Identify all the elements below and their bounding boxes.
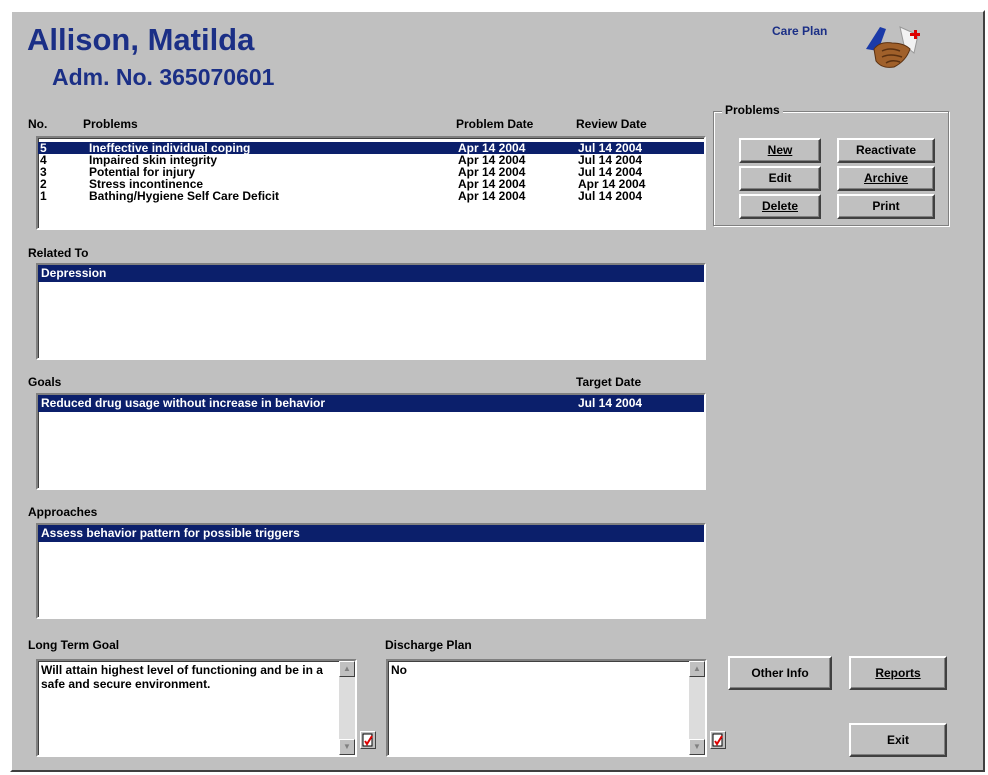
column-header-no: No.	[28, 117, 48, 131]
goals-label: Goals	[28, 375, 62, 389]
spellcheck-icon[interactable]	[360, 731, 376, 749]
discharge-plan-scrollbar[interactable]: ▲ ▼	[689, 661, 705, 755]
spellcheck-icon[interactable]	[710, 731, 726, 749]
target-date-label: Target Date	[576, 375, 642, 389]
related-to-label: Related To	[28, 246, 89, 260]
discharge-plan-field[interactable]: No	[386, 659, 707, 757]
reactivate-button[interactable]: Reactivate	[837, 138, 935, 163]
column-header-problem-date: Problem Date	[456, 117, 534, 131]
module-title: Care Plan	[772, 24, 828, 38]
list-item[interactable]: Depression	[38, 265, 704, 282]
print-button[interactable]: Print	[837, 194, 935, 219]
approaches-list[interactable]: Assess behavior pattern for possible tri…	[36, 523, 706, 619]
column-header-review-date: Review Date	[576, 117, 647, 131]
problems-group-title: Problems	[722, 103, 783, 117]
new-button[interactable]: New	[739, 138, 821, 163]
list-item[interactable]: Reduced drug usage without increase in b…	[38, 395, 704, 412]
problems-list[interactable]: 5 Ineffective individual coping Apr 14 2…	[36, 136, 706, 230]
long-term-goal-scrollbar[interactable]: ▲ ▼	[339, 661, 355, 755]
patient-name: Allison, Matilda	[27, 22, 255, 57]
list-item[interactable]: Assess behavior pattern for possible tri…	[38, 525, 704, 542]
delete-button[interactable]: Delete	[739, 194, 821, 219]
other-info-button[interactable]: Other Info	[728, 656, 832, 690]
archive-button[interactable]: Archive	[837, 166, 935, 191]
scroll-up-icon[interactable]: ▲	[339, 661, 355, 677]
admission-number: Adm. No. 365070601	[52, 64, 275, 90]
related-to-list[interactable]: Depression	[36, 263, 706, 360]
long-term-goal-field[interactable]: Will attain highest level of functioning…	[36, 659, 357, 757]
edit-button[interactable]: Edit	[739, 166, 821, 191]
exit-button[interactable]: Exit	[849, 723, 947, 757]
long-term-goal-label: Long Term Goal	[28, 638, 120, 652]
discharge-plan-label: Discharge Plan	[385, 638, 472, 652]
handshake-icon	[860, 15, 924, 75]
column-header-problems: Problems	[83, 117, 138, 131]
scroll-up-icon[interactable]: ▲	[689, 661, 705, 677]
approaches-label: Approaches	[28, 505, 98, 519]
scroll-down-icon[interactable]: ▼	[689, 739, 705, 755]
scroll-down-icon[interactable]: ▼	[339, 739, 355, 755]
reports-button[interactable]: Reports	[849, 656, 947, 690]
goals-list[interactable]: Reduced drug usage without increase in b…	[36, 393, 706, 490]
list-item[interactable]: 1 Bathing/Hygiene Self Care Deficit Apr …	[38, 190, 704, 202]
